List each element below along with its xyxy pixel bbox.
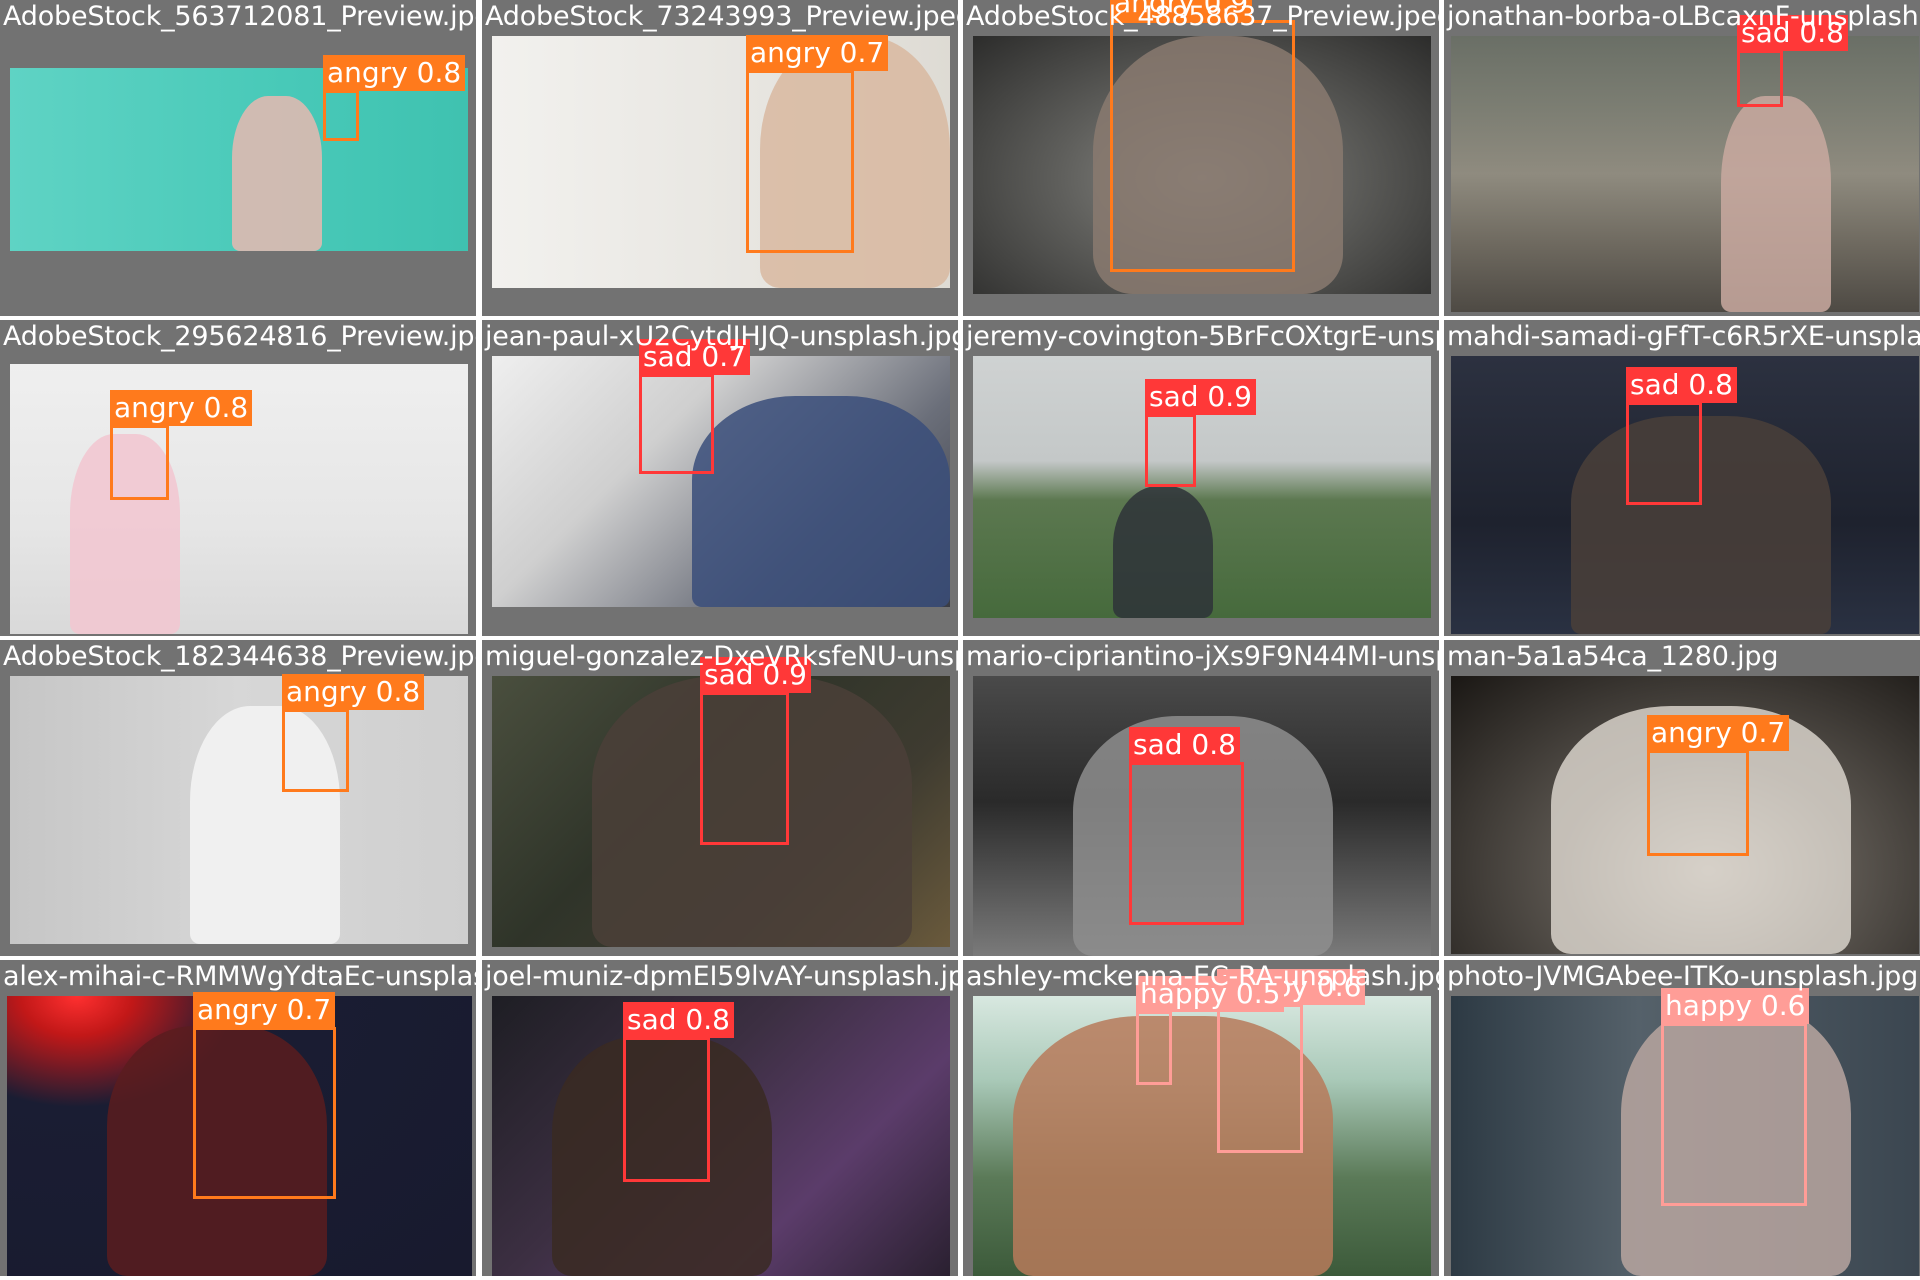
tile-filename: mario-cipriantino-jXs9F9N44MI-unsplash.j… <box>966 641 1439 672</box>
tile-filename: jeremy-covington-5BrFcOXtgrE-unsplash.jp… <box>966 321 1439 352</box>
detection-label: angry 0.8 <box>282 674 425 710</box>
tile-filename: AdobeStock_73243993_Preview.jpeg <box>485 1 958 32</box>
result-tile: miguel-gonzalez-DxeVRksfeNU-unsplash.jpg… <box>482 640 958 956</box>
detection-box: happy 0.5 <box>1136 976 1285 1085</box>
person-silhouette <box>232 96 322 251</box>
result-tile: joel-muniz-dpmEI59lvAY-unsplash.jpg sad 0… <box>482 960 958 1276</box>
detection-label: angry 0.8 <box>110 390 253 426</box>
detection-label: sad 0.9 <box>1145 379 1256 415</box>
result-tile: AdobeStock_73243993_Preview.jpeg angry 0.… <box>482 0 958 316</box>
tile-photo <box>10 68 468 251</box>
tile-filename: jean-paul-xU2CytdJHJQ-unsplash.jpg <box>485 321 958 352</box>
detection-box: sad 0.8 <box>1129 727 1244 925</box>
tile-filename: AdobeStock_295624816_Preview.jpeg <box>3 321 476 352</box>
tile-filename: AdobeStock_48858637_Preview.jpeg <box>966 1 1439 32</box>
detection-box: happy 0.6 <box>1661 988 1810 1206</box>
tile-filename: joel-muniz-dpmEI59lvAY-unsplash.jpg <box>485 961 958 992</box>
tile-photo <box>492 996 950 1276</box>
detection-box: sad 0.8 <box>1737 15 1848 107</box>
result-tile: AdobeStock_182344638_Preview.jpeg angry 0… <box>0 640 476 956</box>
detection-box: angry 0.8 <box>110 390 253 500</box>
detection-box: happy 0.6 <box>1217 969 1366 1153</box>
tile-filename: alex-mihai-c-RMMWgYdtaEc-unsplash.jpg <box>3 961 476 992</box>
detection-box: sad 0.8 <box>623 1002 734 1182</box>
detection-label: sad 0.8 <box>1626 367 1737 403</box>
result-tile: jeremy-covington-5BrFcOXtgrE-unsplash.jp… <box>963 320 1439 636</box>
result-tile: AdobeStock_48858637_Preview.jpeg angry 0.… <box>963 0 1439 316</box>
detection-box: angry 0.9 <box>1110 0 1295 272</box>
result-tile: jonathan-borba-oLBcaxnF-unsplash sad 0.8 <box>1444 0 1920 316</box>
result-tile: ashley-mckenna-EC-RA-unsplash.jpg happy 0… <box>963 960 1439 1276</box>
tile-filename: ashley-mckenna-EC-RA-unsplash.jpg <box>966 961 1439 992</box>
detection-label: angry 0.7 <box>1647 715 1790 751</box>
person-silhouette <box>692 396 950 607</box>
tile-filename: miguel-gonzalez-DxeVRksfeNU-unsplash.jpg <box>485 641 958 672</box>
result-tile: jean-paul-xU2CytdJHJQ-unsplash.jpg sad 0.… <box>482 320 958 636</box>
result-tile: photo-JVMGAbee-ITKo-unsplash.jpg happy 0.… <box>1444 960 1920 1276</box>
result-tile: AdobeStock_563712081_Preview.jpegangry 0… <box>0 0 476 316</box>
tile-filename: AdobeStock_182344638_Preview.jpeg <box>3 641 476 672</box>
detection-box: sad 0.8 <box>1626 367 1737 505</box>
tile-filename: photo-JVMGAbee-ITKo-unsplash.jpg <box>1447 961 1919 992</box>
tile-filename: jonathan-borba-oLBcaxnF-unsplash <box>1447 1 1919 32</box>
tile-photo <box>492 356 950 607</box>
tile-filename: AdobeStock_563712081_Preview.jpeg <box>3 1 476 32</box>
tile-photo <box>973 996 1431 1276</box>
tile-filename: man-5a1a54ca_1280.jpg <box>1447 641 1779 672</box>
detection-box: angry 0.7 <box>746 35 889 253</box>
result-tile: man-5a1a54ca_1280.jpgangry 0.7 <box>1444 640 1920 956</box>
detection-box: sad 0.7 <box>639 339 750 474</box>
person-silhouette <box>1721 96 1831 312</box>
detection-box: angry 0.7 <box>1647 715 1790 856</box>
detection-box: sad 0.9 <box>700 657 811 845</box>
detection-label: angry 0.7 <box>746 35 889 71</box>
result-tile: mahdi-samadi-gFfT-c6R5rXE-unsplash sad 0.… <box>1444 320 1920 636</box>
detection-label: angry 0.8 <box>323 55 466 91</box>
result-tile: AdobeStock_295624816_Preview.jpegangry 0… <box>0 320 476 636</box>
detection-label: sad 0.8 <box>623 1002 734 1038</box>
tile-filename: mahdi-samadi-gFfT-c6R5rXE-unsplash <box>1447 321 1920 352</box>
person-silhouette <box>1113 486 1213 618</box>
tile-photo <box>10 676 468 944</box>
result-tile: mario-cipriantino-jXs9F9N44MI-unsplash.j… <box>963 640 1439 956</box>
detection-box: sad 0.9 <box>1145 379 1256 487</box>
detection-box: angry 0.8 <box>323 55 466 141</box>
detection-box: angry 0.8 <box>282 674 425 792</box>
detection-label: angry 0.7 <box>193 992 336 1028</box>
result-tile: alex-mihai-c-RMMWgYdtaEc-unsplash.jpgang… <box>0 960 476 1276</box>
tile-photo <box>492 36 950 288</box>
detection-box: angry 0.7 <box>193 992 336 1199</box>
tile-photo <box>1451 36 1919 312</box>
detection-label: sad 0.8 <box>1129 727 1240 763</box>
